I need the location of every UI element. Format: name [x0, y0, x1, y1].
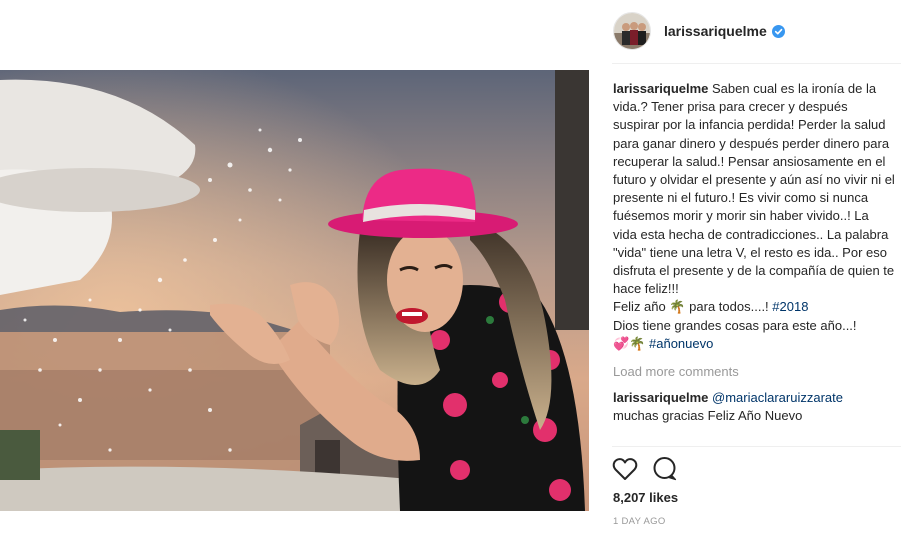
caption-username[interactable]: larissariquelme: [613, 81, 708, 96]
header-username[interactable]: larissariquelme: [664, 23, 767, 39]
comment-item: larissariquelme @mariaclararuizzarate mu…: [613, 389, 895, 425]
caption-text: Saben cual es la ironía de la vida.? Ten…: [613, 81, 895, 297]
post-photo[interactable]: [0, 70, 589, 511]
post-image: [0, 70, 589, 511]
comment-text: muchas gracias Feliz Año Nuevo: [613, 408, 803, 424]
avatar[interactable]: [613, 12, 651, 50]
comment-mention[interactable]: @mariaclararuizzarate: [712, 390, 843, 405]
comments-divider: [612, 446, 901, 447]
comment-username[interactable]: larissariquelme: [613, 390, 708, 405]
avatar-image: [614, 13, 650, 49]
verified-badge-icon: [771, 24, 785, 38]
action-bar: [611, 455, 691, 483]
likes-count[interactable]: 8,207 likes: [613, 490, 678, 505]
header-divider: [612, 63, 901, 64]
caption-line3: Dios tiene grandes cosas para este año..…: [613, 317, 857, 333]
caption-line2-prefix: Feliz año: [613, 299, 670, 315]
load-more-comments-link[interactable]: Load more comments: [613, 363, 895, 381]
comment-bubble-icon: [653, 457, 677, 481]
comments-section: larissariquelme Saben cual es la ironía …: [613, 80, 895, 426]
emoji-hearts-palm: 💞🌴: [613, 335, 649, 351]
caption: larissariquelme Saben cual es la ironía …: [613, 80, 895, 353]
hashtag-anonuevo[interactable]: #añonuevo: [649, 336, 713, 351]
hashtag-2018[interactable]: #2018: [772, 299, 808, 314]
post-timestamp[interactable]: 1 DAY AGO: [613, 516, 666, 527]
comment-button[interactable]: [651, 455, 679, 483]
post-header: larissariquelme: [613, 8, 900, 54]
caption-line2-suffix: para todos....!: [685, 299, 773, 315]
palm-tree-emoji: 🌴: [669, 299, 686, 315]
like-button[interactable]: [611, 455, 639, 483]
heart-icon: [612, 458, 638, 480]
